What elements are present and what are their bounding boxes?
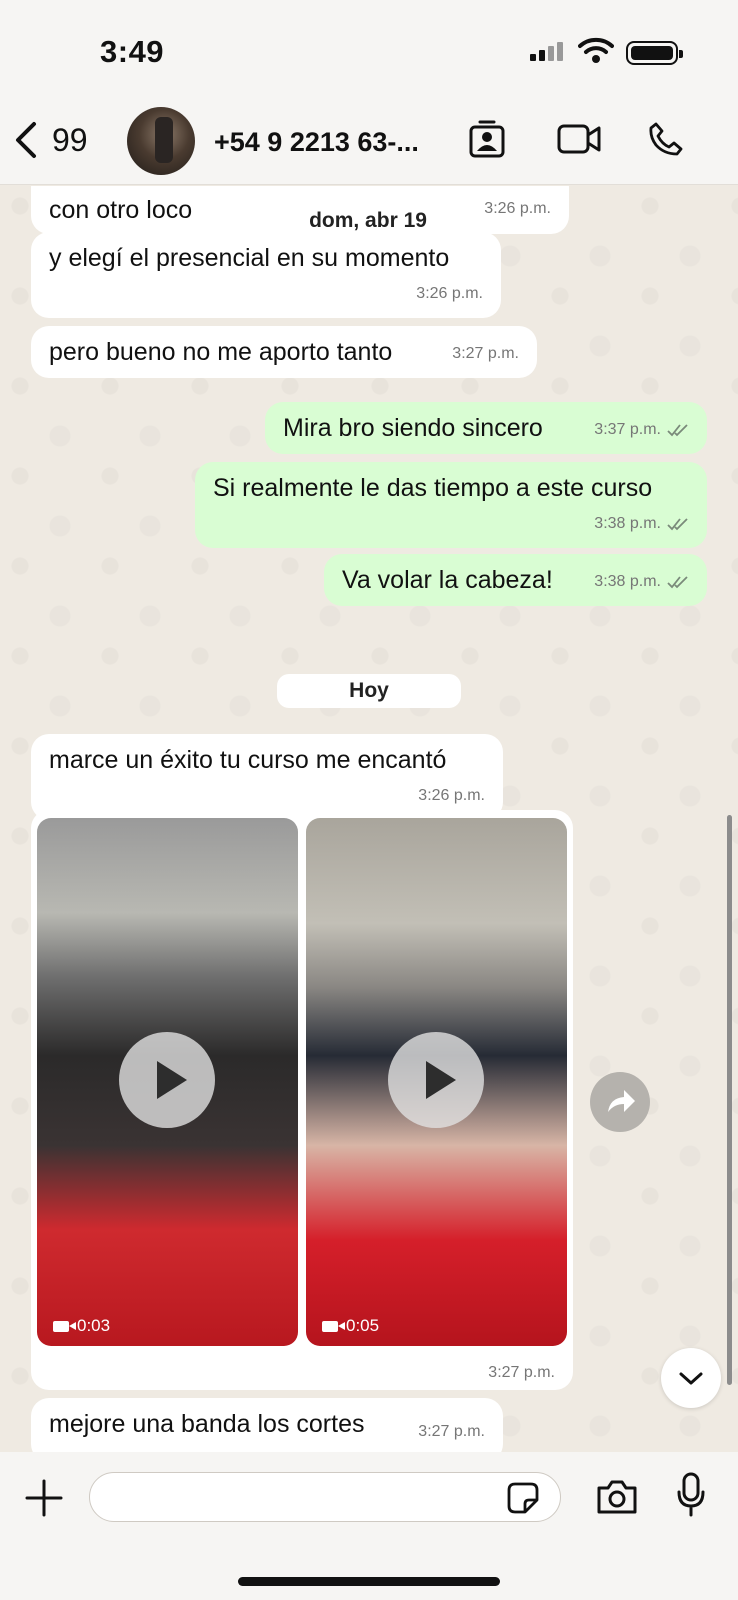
chat-header: 99 +54 9 2213 63-... <box>0 105 738 185</box>
message-incoming[interactable]: y elegí el presencial en su momento 3:26… <box>31 232 501 318</box>
message-text: Si realmente le das tiempo a este curso <box>213 474 653 502</box>
message-outgoing[interactable]: Si realmente le das tiempo a este curso … <box>195 462 707 548</box>
message-time: 3:26 p.m. <box>416 285 483 302</box>
message-incoming[interactable]: mejore una banda los cortes 3:27 p.m. <box>31 1398 503 1452</box>
message-text: Mira bro siendo sincero <box>283 414 543 442</box>
message-time: 3:27 p.m. <box>452 345 519 362</box>
back-button[interactable]: 99 <box>14 121 88 159</box>
microphone-icon[interactable] <box>676 1472 706 1518</box>
play-icon[interactable] <box>388 1032 484 1128</box>
contact-avatar[interactable] <box>127 107 195 175</box>
unread-count: 99 <box>52 121 88 158</box>
plus-icon[interactable] <box>24 1478 64 1518</box>
battery-icon <box>626 41 683 65</box>
message-time: 3:26 p.m. <box>484 200 551 217</box>
message-time: 3:38 p.m. <box>594 573 661 590</box>
chevron-down-icon <box>679 1372 703 1385</box>
video-thumbnail[interactable]: 0:05 <box>306 818 567 1346</box>
scroll-to-bottom-button[interactable] <box>661 1348 721 1408</box>
chevron-left-icon <box>16 122 36 158</box>
message-input[interactable] <box>89 1472 561 1522</box>
camera-icon[interactable] <box>595 1478 639 1516</box>
message-time: 3:27 p.m. <box>488 1364 555 1381</box>
forward-button[interactable] <box>590 1072 650 1132</box>
video-thumbnail[interactable]: 0:03 <box>37 818 298 1346</box>
message-text: y elegí el presencial en su momento <box>49 244 450 272</box>
video-camera-icon <box>53 1320 76 1332</box>
contact-name[interactable]: +54 9 2213 63-... <box>214 127 419 158</box>
message-outgoing[interactable]: Va volar la cabeza! 3:38 p.m. <box>324 554 707 606</box>
status-bar: 3:49 <box>0 0 738 105</box>
message-time: 3:27 p.m. <box>418 1423 485 1440</box>
video-call-icon[interactable] <box>557 123 601 155</box>
message-time: 3:38 p.m. <box>594 515 661 532</box>
message-time: 3:26 p.m. <box>418 787 485 804</box>
status-time: 3:49 <box>100 34 165 69</box>
message-text: mejore una banda los cortes <box>49 1410 365 1438</box>
cellular-signal-icon <box>530 42 563 61</box>
message-text: marce un éxito tu curso me encantó <box>49 746 447 774</box>
message-text: pero bueno no me aporto tanto <box>49 338 393 366</box>
video-duration: 0:03 <box>53 1316 110 1336</box>
play-icon[interactable] <box>119 1032 215 1128</box>
message-outgoing[interactable]: Mira bro siendo sincero 3:37 p.m. <box>265 402 707 454</box>
message-time: 3:37 p.m. <box>594 421 661 438</box>
media-message[interactable]: 0:03 0:05 3:27 p.m. <box>31 810 573 1390</box>
message-text: con otro loco <box>49 196 193 224</box>
wifi-icon <box>578 37 614 63</box>
read-receipt-icon <box>667 518 688 531</box>
message-incoming[interactable]: pero bueno no me aporto tanto 3:27 p.m. <box>31 326 537 378</box>
sticker-icon[interactable] <box>505 1480 541 1516</box>
read-receipt-icon <box>667 576 688 589</box>
message-incoming[interactable]: marce un éxito tu curso me encantó 3:26 … <box>31 734 503 820</box>
video-duration-text: 0:03 <box>77 1316 111 1335</box>
scrollbar[interactable] <box>727 815 732 1385</box>
video-camera-icon <box>322 1320 345 1332</box>
video-duration: 0:05 <box>322 1316 379 1336</box>
message-meta: 3:38 p.m. <box>594 508 689 540</box>
home-indicator <box>238 1577 500 1586</box>
message-meta: 3:37 p.m. <box>594 414 689 446</box>
video-duration-text: 0:05 <box>346 1316 380 1335</box>
chat-messages[interactable]: con otro loco 3:26 p.m. dom, abr 19 y el… <box>0 186 738 1452</box>
forward-arrow-icon <box>608 1090 635 1112</box>
message-text: Va volar la cabeza! <box>342 566 553 594</box>
read-receipt-icon <box>667 424 688 437</box>
phone-call-icon[interactable] <box>648 121 684 157</box>
message-meta: 3:38 p.m. <box>594 566 689 598</box>
contact-card-icon[interactable] <box>468 119 506 159</box>
date-separator: Hoy <box>277 674 461 708</box>
